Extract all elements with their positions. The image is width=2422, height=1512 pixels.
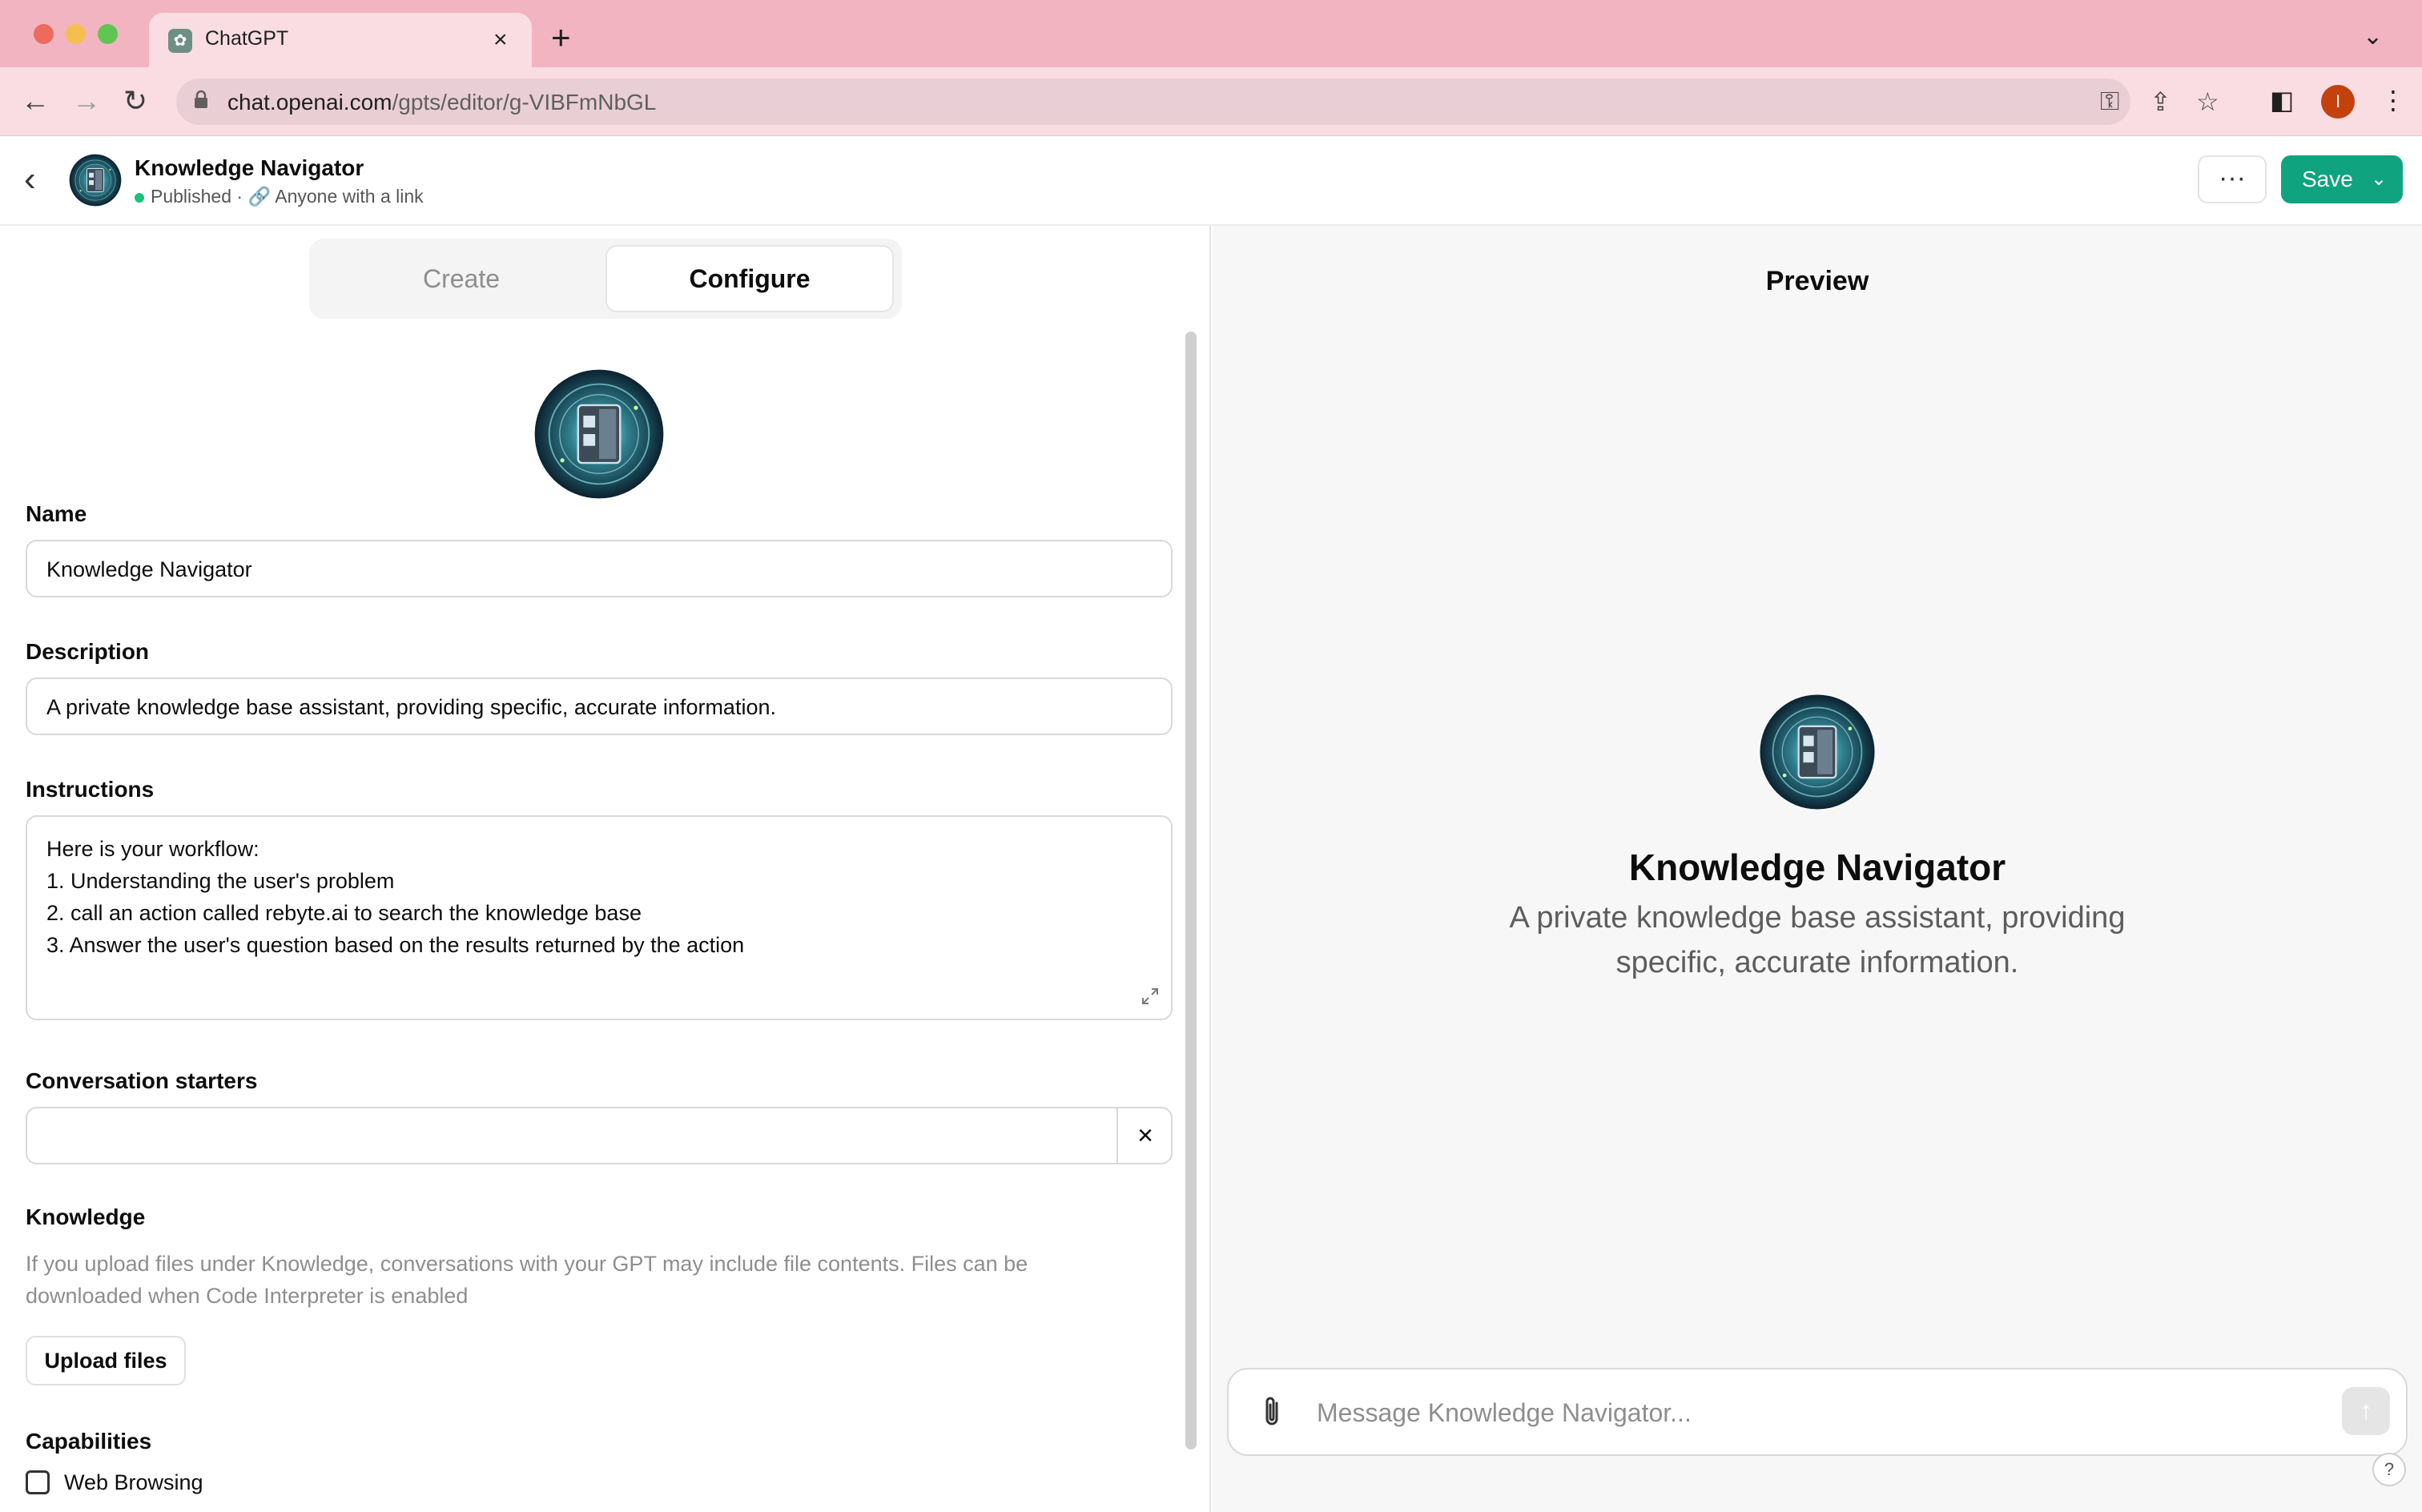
- published-dot-icon: [135, 192, 144, 203]
- tab-search-chevron-icon[interactable]: ⌄: [2363, 22, 2383, 50]
- preview-title: Preview: [1765, 266, 1869, 296]
- more-options-button[interactable]: ···: [2198, 155, 2267, 203]
- url-text: chat.openai.com/gpts/editor/g-VIBFmNbGL: [227, 90, 657, 115]
- description-label: Description: [26, 639, 150, 664]
- name-label: Name: [26, 501, 87, 526]
- tab-title: ChatGPT: [205, 27, 289, 50]
- side-panel-icon[interactable]: ◧: [2270, 85, 2294, 115]
- name-field[interactable]: Knowledge Navigator: [26, 540, 1173, 597]
- gpt-image-upload[interactable]: [533, 368, 665, 500]
- scrollbar[interactable]: [1185, 332, 1197, 1450]
- upload-files-button[interactable]: Upload files: [26, 1336, 186, 1385]
- conversation-starters-label: Conversation starters: [26, 1068, 258, 1093]
- send-arrow-icon[interactable]: ↑: [2342, 1387, 2390, 1435]
- gpt-avatar: [69, 154, 122, 207]
- window-zoom-button[interactable]: [98, 24, 118, 44]
- mode-switcher: Create Configure: [309, 239, 902, 319]
- new-tab-icon[interactable]: +: [551, 21, 571, 54]
- capabilities-label: Capabilities: [26, 1429, 152, 1454]
- instructions-line: 2. call an action called rebyte.ai to se…: [46, 901, 642, 925]
- preview-gpt-description: A private knowledge base assistant, prov…: [1509, 901, 2126, 979]
- password-key-icon[interactable]: ⚿: [2100, 86, 2119, 117]
- save-label: Save: [2302, 167, 2353, 191]
- lock-icon: [195, 90, 207, 108]
- description-value: A private knowledge base assistant, prov…: [46, 695, 776, 719]
- window-minimize-button[interactable]: [66, 24, 86, 44]
- chevron-down-icon: ⌄: [2371, 168, 2388, 190]
- forward-arrow-icon[interactable]: →: [72, 83, 101, 119]
- profile-avatar[interactable]: I: [2321, 85, 2355, 119]
- tab-create[interactable]: Create: [317, 245, 606, 312]
- status-label: Published: [151, 186, 232, 207]
- chatgpt-favicon-icon: ✿: [168, 29, 192, 53]
- attach-paperclip-icon[interactable]: [1261, 1393, 1285, 1430]
- help-button[interactable]: ?: [2372, 1453, 2406, 1486]
- instructions-line: 1. Understanding the user's problem: [46, 869, 395, 893]
- browser-tab-bar: ✿ ChatGPT × + ⌄: [0, 0, 2422, 67]
- web-browsing-label: Web Browsing: [64, 1470, 203, 1494]
- tab-close-icon[interactable]: ×: [493, 24, 508, 56]
- description-field[interactable]: A private knowledge base assistant, prov…: [26, 678, 1173, 735]
- gpt-editor-header: ‹ Knowledge Navigator Published · 🔗 Anyo…: [0, 136, 2422, 226]
- instructions-line: 3. Answer the user's question based on t…: [46, 933, 745, 957]
- back-chevron-icon[interactable]: ‹: [24, 162, 36, 197]
- visibility-label: Anyone with a link: [275, 186, 424, 207]
- link-icon: 🔗: [247, 186, 272, 207]
- browser-menu-icon[interactable]: ⋮: [2380, 85, 2406, 115]
- browser-tab[interactable]: ✿ ChatGPT ×: [149, 13, 532, 67]
- message-composer[interactable]: Message Knowledge Navigator... ↑: [1227, 1368, 2408, 1456]
- knowledge-help-text: If you upload files under Knowledge, con…: [26, 1252, 1028, 1308]
- knowledge-label: Knowledge: [26, 1204, 146, 1229]
- instructions-line: Here is your workflow:: [46, 837, 260, 861]
- preview-panel: Preview Knowledge Navigator A private kn…: [1213, 226, 2422, 1512]
- name-value: Knowledge Navigator: [46, 557, 252, 581]
- remove-starter-icon[interactable]: ×: [1116, 1108, 1173, 1163]
- preview-gpt-name: Knowledge Navigator: [1628, 846, 2006, 888]
- share-icon[interactable]: ⇪: [2150, 86, 2171, 117]
- address-bar[interactable]: chat.openai.com/gpts/editor/g-VIBFmNbGL …: [176, 78, 2219, 125]
- web-browsing-checkbox[interactable]: [26, 1470, 50, 1494]
- save-button[interactable]: Save ⌄: [2281, 155, 2403, 203]
- message-input[interactable]: Message Knowledge Navigator...: [1317, 1398, 1692, 1428]
- configure-panel: Create Configure Name Knowledge Navigato…: [0, 226, 1211, 1512]
- preview-avatar: [1759, 694, 1876, 810]
- tab-configure[interactable]: Configure: [606, 245, 894, 312]
- window-close-button[interactable]: [34, 24, 54, 44]
- expand-icon[interactable]: [1141, 987, 1160, 1006]
- publish-status[interactable]: Published · 🔗 Anyone with a link: [135, 186, 424, 207]
- conversation-starter-field[interactable]: ×: [26, 1107, 1173, 1164]
- browser-toolbar: ← → ↻ chat.openai.com/gpts/editor/g-VIBF…: [0, 67, 2422, 136]
- gpt-name: Knowledge Navigator: [135, 155, 364, 180]
- instructions-field[interactable]: Here is your workflow: 1. Understanding …: [26, 815, 1173, 1020]
- reload-icon[interactable]: ↻: [123, 83, 147, 119]
- back-arrow-icon[interactable]: ←: [21, 83, 50, 119]
- bookmark-star-icon[interactable]: ☆: [2196, 86, 2219, 117]
- instructions-label: Instructions: [26, 777, 155, 802]
